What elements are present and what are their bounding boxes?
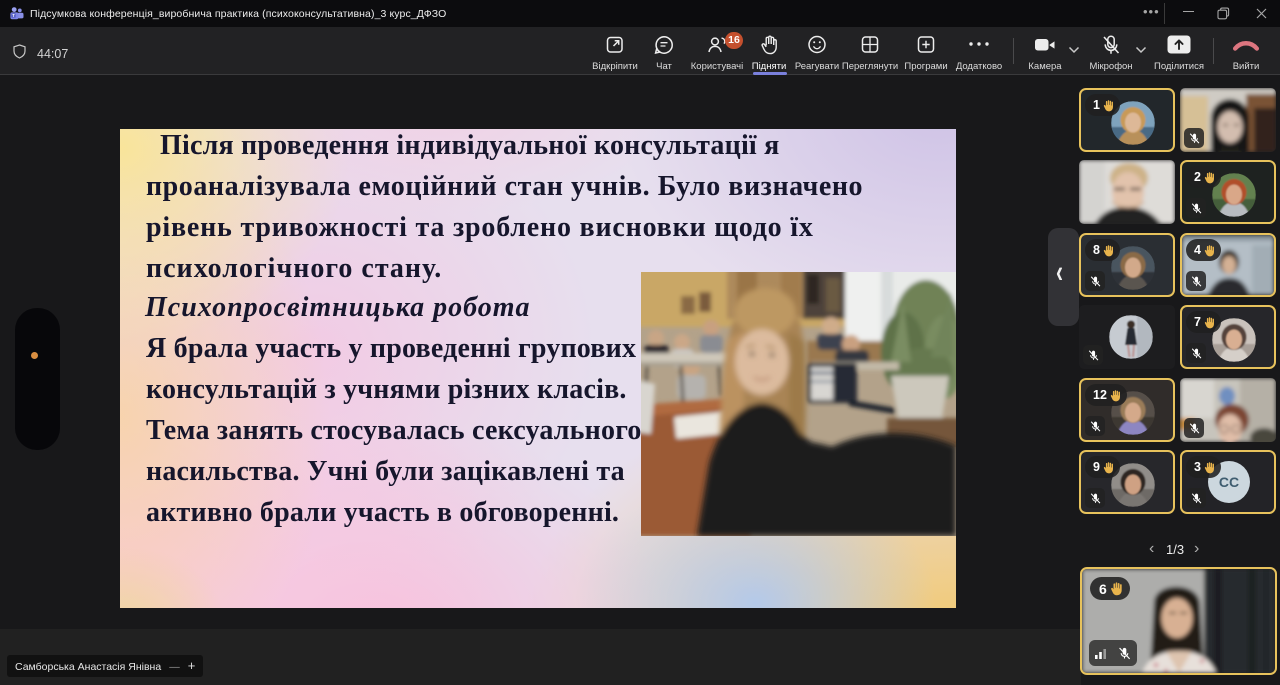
svg-text:T: T <box>12 13 15 18</box>
